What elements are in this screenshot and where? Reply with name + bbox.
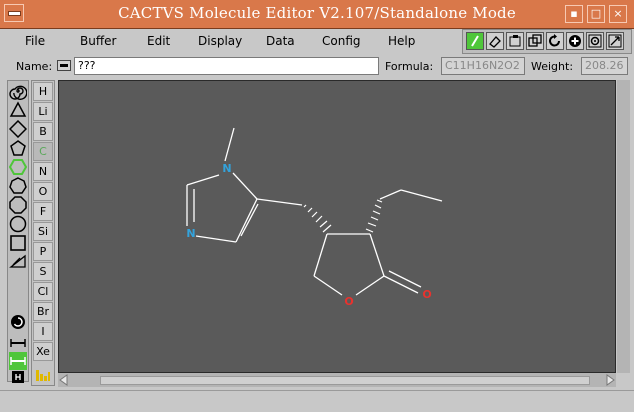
menu-config[interactable]: Config (322, 34, 361, 48)
bond (240, 203, 259, 237)
atom-label-n1: N (222, 162, 231, 175)
menu-data[interactable]: Data (266, 34, 295, 48)
element-b-button[interactable]: B (33, 122, 53, 141)
element-i-button[interactable]: I (33, 322, 53, 341)
bond (400, 189, 443, 202)
name-toggle-button[interactable] (57, 60, 71, 71)
menu-buffer[interactable]: Buffer (80, 34, 116, 48)
periodic-table-icon[interactable] (35, 367, 51, 381)
scroll-left-icon[interactable] (59, 374, 68, 386)
window-title: CACTVS Molecule Editor V2.107/Standalone… (118, 4, 516, 22)
template-icon[interactable] (9, 253, 27, 271)
tool-strip (462, 29, 632, 54)
atom-label-n2: N (186, 227, 195, 240)
bracket-icon[interactable] (9, 369, 27, 387)
name-label: Name: (16, 60, 53, 73)
rotate-icon[interactable] (546, 32, 564, 50)
bond (369, 233, 385, 277)
square-icon[interactable] (8, 119, 28, 139)
formula-label: Formula: (385, 60, 434, 73)
bond (195, 235, 237, 243)
status-bar (0, 390, 634, 412)
hashed-bond (303, 204, 332, 233)
element-f-button[interactable]: F (33, 202, 53, 221)
eraser-icon[interactable] (486, 32, 504, 50)
resize-icon[interactable] (606, 32, 624, 50)
hashed-bond (365, 199, 383, 233)
pencil-icon[interactable] (466, 32, 484, 50)
single-bond-icon[interactable] (9, 334, 27, 352)
menu-help[interactable]: Help (388, 34, 415, 48)
element-c-button[interactable]: C (33, 142, 53, 161)
element-xe-button[interactable]: Xe (33, 342, 53, 361)
spiral-icon[interactable] (9, 82, 28, 100)
heptagon-icon[interactable] (9, 177, 27, 195)
horizontal-scroll-thumb[interactable] (100, 376, 590, 385)
atom-map-icon[interactable] (586, 32, 604, 50)
molecule-editor-window: CACTVS Molecule Editor V2.107/Standalone… (0, 0, 634, 412)
atom-label-o1: O (344, 295, 353, 308)
horizontal-scrollbar[interactable] (58, 373, 616, 387)
element-si-button[interactable]: Si (33, 222, 53, 241)
molecule-structure: N N O O (186, 127, 443, 308)
select-box-icon[interactable] (506, 32, 524, 50)
bond (224, 127, 235, 162)
element-cl-button[interactable]: Cl (33, 282, 53, 301)
pentagon-icon[interactable] (9, 139, 27, 157)
element-p-button[interactable]: P (33, 242, 53, 261)
menu-bar: File Buffer Edit Display Data Config Hel… (4, 29, 432, 53)
chain-icon[interactable] (9, 352, 27, 370)
maximize-icon[interactable]: □ (587, 5, 605, 23)
minimize-icon[interactable]: ▪ (565, 5, 583, 23)
hexagon-icon[interactable] (8, 158, 28, 176)
rectangle-icon[interactable] (9, 234, 27, 252)
name-input[interactable]: ??? (74, 57, 379, 75)
bond (313, 275, 343, 296)
element-h-button[interactable]: H (33, 82, 53, 101)
atom-label-o2: O (422, 288, 431, 301)
menu-edit[interactable]: Edit (147, 34, 170, 48)
bond (235, 198, 258, 243)
element-li-button[interactable]: Li (33, 102, 53, 121)
vertical-scrollbar[interactable] (617, 80, 630, 373)
bond (232, 172, 258, 200)
rotate-bond-icon[interactable] (9, 313, 27, 331)
nonagon-icon[interactable] (9, 215, 27, 233)
bond (256, 198, 303, 206)
element-n-button[interactable]: N (33, 162, 53, 181)
close-icon[interactable]: × (609, 5, 627, 23)
element-column: H Li B C N O F Si P S Cl Br I Xe (31, 80, 55, 386)
triangle-icon[interactable] (9, 101, 27, 119)
bond (388, 270, 422, 288)
element-s-button[interactable]: S (33, 262, 53, 281)
drawing-canvas[interactable]: N N O O (58, 80, 616, 373)
ring-tool-column (7, 80, 29, 383)
weight-label: Weight: (531, 60, 574, 73)
weight-field: 208.26 (581, 57, 628, 75)
copy-icon[interactable] (526, 32, 544, 50)
menu-file[interactable]: File (25, 34, 45, 48)
bond (186, 174, 220, 186)
bond (379, 189, 402, 200)
element-br-button[interactable]: Br (33, 302, 53, 321)
zoom-icon[interactable] (566, 32, 584, 50)
bond (383, 275, 419, 294)
octagon-icon[interactable] (9, 196, 27, 214)
scroll-right-icon[interactable] (606, 374, 615, 386)
menu-display[interactable]: Display (198, 34, 242, 48)
bond (313, 233, 328, 277)
element-o-button[interactable]: O (33, 182, 53, 201)
title-bar[interactable]: CACTVS Molecule Editor V2.107/Standalone… (0, 0, 634, 29)
bond (355, 275, 385, 296)
formula-field: C11H16N2O2 (441, 57, 525, 75)
